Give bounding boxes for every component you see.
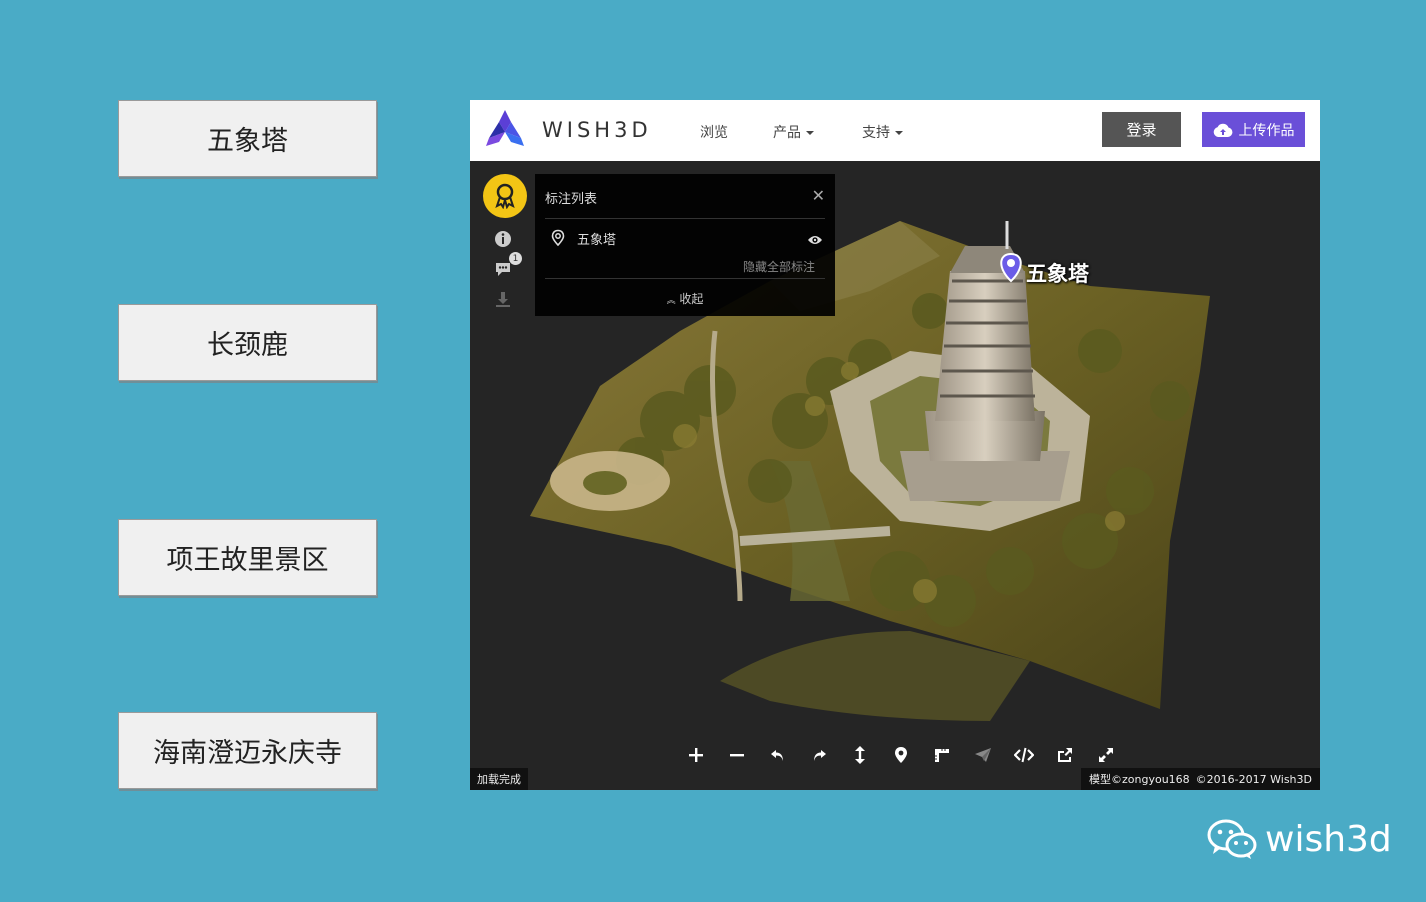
nav-products[interactable]: 产品 <box>773 122 814 142</box>
vertical-arrows-icon <box>854 746 865 764</box>
ruler-icon <box>934 749 949 762</box>
award-badge-button[interactable] <box>483 174 527 218</box>
nav-products-label: 产品 <box>773 125 801 141</box>
send-button[interactable] <box>962 742 1003 768</box>
divider <box>545 218 825 219</box>
model-credit[interactable]: 模型©zongyou168 <box>1089 771 1190 787</box>
collapse-label: 收起 <box>679 292 704 306</box>
code-icon <box>1013 747 1034 763</box>
rotate-right-button[interactable] <box>798 742 839 768</box>
download-button[interactable] <box>492 288 514 310</box>
hide-all-annotations-link[interactable]: 隐藏全部标注 <box>743 258 815 275</box>
award-ribbon-icon <box>495 183 515 209</box>
double-chevron-up-icon: ︽ <box>666 296 676 306</box>
annotation-item-label: 五象塔 <box>577 232 617 248</box>
vertical-move-button[interactable] <box>839 742 880 768</box>
annotation-item[interactable]: 五象塔 <box>549 228 825 248</box>
wechat-icon <box>1207 819 1257 859</box>
model-marker-label[interactable]: 五象塔 <box>1026 258 1089 288</box>
rotate-left-button[interactable] <box>757 742 798 768</box>
comment-icon <box>496 263 510 276</box>
side-button-xiangwang[interactable]: 项王故里景区 <box>118 519 377 596</box>
location-pin-icon <box>551 229 565 247</box>
wish3d-logo-icon <box>486 110 524 146</box>
plus-icon <box>688 748 703 762</box>
divider <box>545 278 825 279</box>
brand-name: WISH3D <box>542 118 652 142</box>
minus-icon <box>729 754 744 757</box>
wechat-watermark: wish3d <box>1207 818 1392 860</box>
comment-count-badge: 1 <box>509 252 522 265</box>
map-pin-icon <box>894 747 907 763</box>
caret-down-icon <box>806 131 814 135</box>
viewer-toolbar <box>675 742 1126 768</box>
add-marker-button[interactable] <box>880 742 921 768</box>
panel-title: 标注列表 <box>545 192 598 207</box>
caret-down-icon <box>895 131 903 135</box>
close-icon: ✕ <box>811 186 825 205</box>
collapse-panel-button[interactable]: ︽ 收起 <box>535 290 835 307</box>
nav-support-label: 支持 <box>862 125 890 141</box>
upload-button[interactable]: 上传作品 <box>1202 112 1305 147</box>
expand-icon <box>1098 748 1113 762</box>
side-button-yongqing-temple[interactable]: 海南澄迈永庆寺 <box>118 712 377 789</box>
nav-browse-label: 浏览 <box>700 125 728 141</box>
zoom-out-button[interactable] <box>716 742 757 768</box>
top-navbar: WISH3D 浏览 产品 支持 登录 上传作品 <box>470 100 1320 161</box>
share-icon <box>1057 748 1072 762</box>
nav-support[interactable]: 支持 <box>862 122 903 142</box>
redo-arrow-icon <box>813 750 826 761</box>
paper-plane-icon <box>974 748 991 762</box>
loading-status: 加载完成 <box>470 768 528 790</box>
fullscreen-button[interactable] <box>1085 742 1126 768</box>
nav-browse[interactable]: 浏览 <box>700 122 728 142</box>
annotation-list-panel: 标注列表 ✕ 五象塔 隐藏全部标注 ︽ 收起 <box>535 174 835 316</box>
embed-code-button[interactable] <box>1003 742 1044 768</box>
toggle-visibility-button[interactable] <box>807 231 823 250</box>
undo-arrow-icon <box>770 750 783 761</box>
side-button-giraffe[interactable]: 长颈鹿 <box>118 304 377 381</box>
copyright-bar: 模型©zongyou168 ©2016-2017 Wish3D <box>1081 768 1320 790</box>
eye-icon <box>808 236 822 244</box>
viewer-window: WISH3D 浏览 产品 支持 登录 上传作品 五象塔 1 标注列表 ✕ 五象塔… <box>470 100 1320 790</box>
cloud-upload-icon <box>1213 123 1232 137</box>
side-button-wuxiangta[interactable]: 五象塔 <box>118 100 377 177</box>
comments-button[interactable]: 1 <box>492 252 522 280</box>
share-button[interactable] <box>1044 742 1085 768</box>
login-button[interactable]: 登录 <box>1102 112 1181 147</box>
copyright-text: ©2016-2017 Wish3D <box>1195 772 1312 786</box>
info-button[interactable] <box>492 228 514 250</box>
zoom-in-button[interactable] <box>675 742 716 768</box>
panel-close-button[interactable]: ✕ <box>812 186 825 205</box>
info-icon <box>495 231 511 247</box>
measure-button[interactable] <box>921 742 962 768</box>
download-icon <box>496 292 510 307</box>
watermark-text: wish3d <box>1265 818 1392 860</box>
upload-button-label: 上传作品 <box>1238 122 1295 139</box>
